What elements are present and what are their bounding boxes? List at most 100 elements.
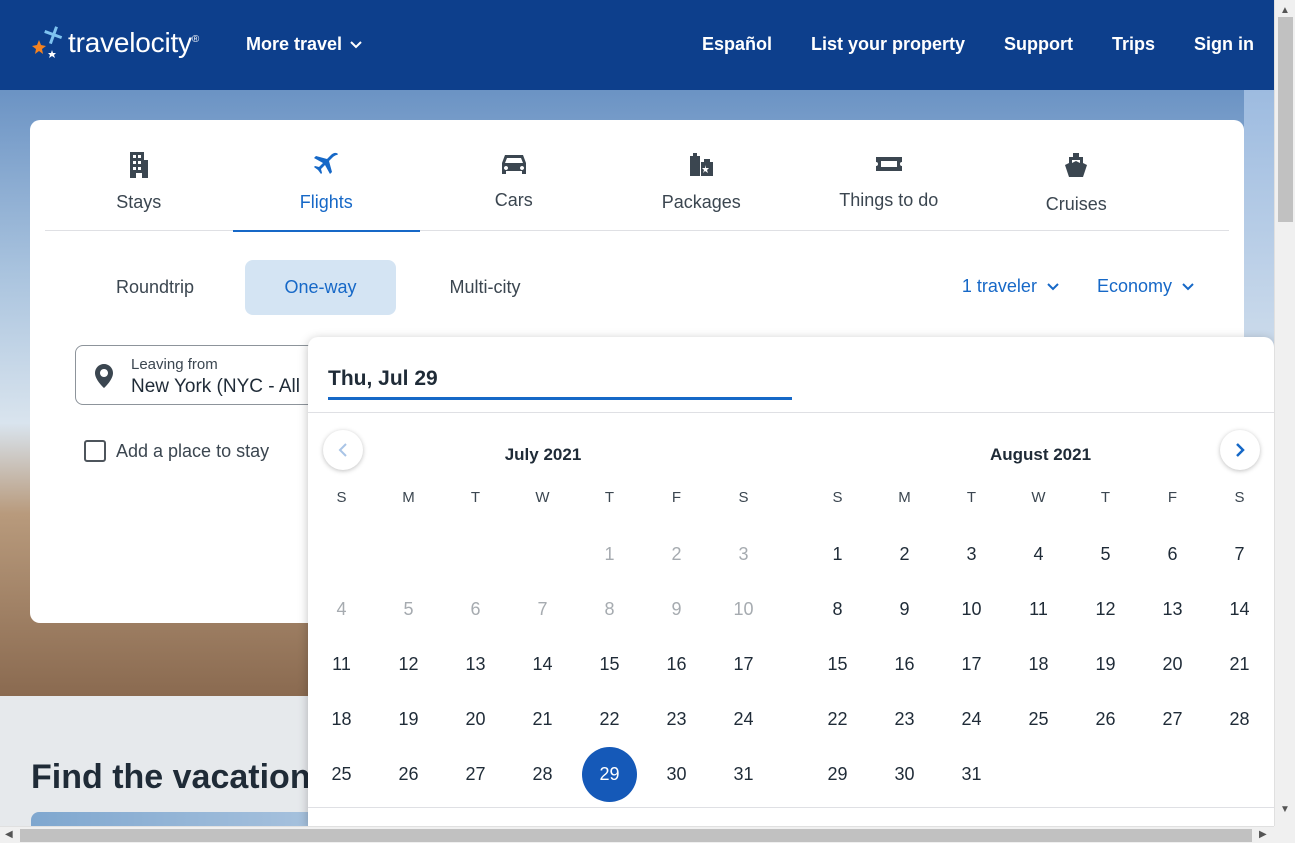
calendar-day: 7 (509, 582, 576, 637)
calendar-day[interactable]: 29 (804, 747, 871, 802)
calendar-day[interactable]: 26 (375, 747, 442, 802)
calendar-day-number: 19 (398, 709, 419, 729)
tab-flights[interactable]: Flights (232, 120, 421, 232)
calendar-day[interactable]: 22 (804, 692, 871, 747)
chevron-down-icon (350, 40, 362, 48)
calendar-day[interactable]: 15 (804, 637, 871, 692)
add-stay-checkbox[interactable] (84, 440, 106, 462)
calendar-day[interactable]: 19 (375, 692, 442, 747)
calendar-day[interactable]: 11 (308, 637, 375, 692)
cabin-class-dropdown[interactable]: Economy (1097, 276, 1194, 297)
calendar-day[interactable]: 21 (509, 692, 576, 747)
calendar-day[interactable]: 19 (1072, 637, 1139, 692)
calendar-day: 3 (710, 527, 777, 582)
calendar-day[interactable]: 11 (1005, 582, 1072, 637)
more-travel-menu[interactable]: More travel (246, 34, 362, 55)
scroll-up-arrow-icon[interactable]: ▲ (1280, 5, 1290, 16)
calendar-day[interactable]: 25 (1005, 692, 1072, 747)
calendar-week-row: 15 16 17 18 19 20 21 (804, 637, 1273, 692)
day-grid: 1 2 3 4 5 6 7 8 9 10 11 12 13 14 15 16 17 18 19 20 21 22 23 24 2… (804, 527, 1273, 802)
scroll-right-arrow-icon[interactable]: ▶ (1259, 829, 1267, 840)
roundtrip-button[interactable]: Roundtrip (85, 260, 225, 315)
calendar-day[interactable]: 21 (1206, 637, 1273, 692)
vertical-scrollbar[interactable]: ▲ ▼ (1274, 0, 1295, 826)
travelocity-logo[interactable]: travelocity ® (30, 24, 199, 62)
calendar-day[interactable]: 4 (1005, 527, 1072, 582)
add-place-to-stay-option[interactable]: Add a place to stay (84, 440, 269, 462)
calendar-day[interactable]: 27 (442, 747, 509, 802)
tab-things-to-do[interactable]: Things to do (795, 120, 983, 231)
tab-stays[interactable]: Stays (45, 120, 233, 231)
vertical-scroll-thumb[interactable] (1278, 17, 1293, 222)
flight-options: 1 traveler Economy (924, 276, 1194, 297)
nav-espanol-link[interactable]: Español (702, 34, 772, 55)
tab-packages[interactable]: Packages (608, 120, 796, 231)
scroll-down-arrow-icon[interactable]: ▼ (1280, 804, 1290, 815)
calendar-day-number: 1 (604, 544, 615, 564)
calendar-day-number: 4 (336, 599, 347, 619)
multi-city-button[interactable]: Multi-city (396, 260, 574, 315)
calendar-day[interactable]: 14 (1206, 582, 1273, 637)
calendar-day[interactable]: 22 (576, 692, 643, 747)
one-way-button[interactable]: One-way (245, 260, 396, 315)
calendar-day[interactable]: 18 (308, 692, 375, 747)
scroll-left-arrow-icon[interactable]: ◀ (5, 829, 13, 840)
calendar-day[interactable]: 25 (308, 747, 375, 802)
calendar-day[interactable]: 2 (871, 527, 938, 582)
calendar-day[interactable]: 13 (442, 637, 509, 692)
calendar-day[interactable]: 9 (871, 582, 938, 637)
calendar-day[interactable]: 14 (509, 637, 576, 692)
calendar-day[interactable]: 28 (509, 747, 576, 802)
calendar-day[interactable]: 10 (938, 582, 1005, 637)
calendar-day[interactable]: 31 (710, 747, 777, 802)
airplane-icon (314, 152, 339, 174)
location-pin-icon (95, 364, 113, 388)
calendar-day[interactable]: 28 (1206, 692, 1273, 747)
calendar-day[interactable]: 30 (643, 747, 710, 802)
calendar-day[interactable]: 24 (710, 692, 777, 747)
calendar-day[interactable]: 12 (1072, 582, 1139, 637)
calendar-day-selected[interactable]: 29 (576, 747, 643, 802)
calendar-day[interactable]: 17 (938, 637, 1005, 692)
calendar-day[interactable]: 1 (804, 527, 871, 582)
calendar-day[interactable]: 17 (710, 637, 777, 692)
calendar-day[interactable]: 20 (442, 692, 509, 747)
calendar-day[interactable]: 18 (1005, 637, 1072, 692)
calendar-day[interactable]: 7 (1206, 527, 1273, 582)
calendar-day-number: 17 (733, 654, 754, 674)
calendar-day[interactable]: 16 (643, 637, 710, 692)
calendar-day[interactable]: 3 (938, 527, 1005, 582)
horizontal-scrollbar[interactable]: ◀ ▶ (0, 826, 1274, 843)
calendar-day[interactable]: 16 (871, 637, 938, 692)
calendar-day[interactable]: 26 (1072, 692, 1139, 747)
calendar-day[interactable]: 13 (1139, 582, 1206, 637)
departure-date-field[interactable]: Thu, Jul 29 (328, 365, 792, 400)
car-icon (501, 155, 526, 174)
calendar-day[interactable]: 20 (1139, 637, 1206, 692)
nav-list-property-link[interactable]: List your property (811, 34, 965, 55)
tab-cruises[interactable]: Cruises (983, 120, 1171, 231)
weekday-label: F (671, 489, 682, 506)
travelers-dropdown[interactable]: 1 traveler (962, 276, 1059, 297)
calendar-day[interactable]: 31 (938, 747, 1005, 802)
nav-sign-in-link[interactable]: Sign in (1194, 34, 1254, 55)
calendar-day-number: 6 (470, 599, 481, 619)
calendar-day[interactable]: 5 (1072, 527, 1139, 582)
calendar-day[interactable]: 23 (643, 692, 710, 747)
calendar-day[interactable]: 23 (871, 692, 938, 747)
nav-support-link[interactable]: Support (1004, 34, 1073, 55)
calendar-day: 1 (576, 527, 643, 582)
calendar-day[interactable]: 8 (804, 582, 871, 637)
vacation-card-image[interactable] (31, 812, 331, 826)
calendar-day[interactable]: 30 (871, 747, 938, 802)
tab-cars[interactable]: Cars (420, 120, 608, 231)
calendar-day[interactable]: 27 (1139, 692, 1206, 747)
nav-trips-link[interactable]: Trips (1112, 34, 1155, 55)
product-tabs: Stays Flights Cars Packages Things to do… (45, 120, 1229, 232)
calendar-day[interactable]: 6 (1139, 527, 1206, 582)
horizontal-scroll-thumb[interactable] (20, 829, 1252, 842)
calendar-day[interactable]: 15 (576, 637, 643, 692)
calendar-day[interactable]: 12 (375, 637, 442, 692)
chevron-down-icon (1047, 282, 1059, 290)
calendar-day[interactable]: 24 (938, 692, 1005, 747)
